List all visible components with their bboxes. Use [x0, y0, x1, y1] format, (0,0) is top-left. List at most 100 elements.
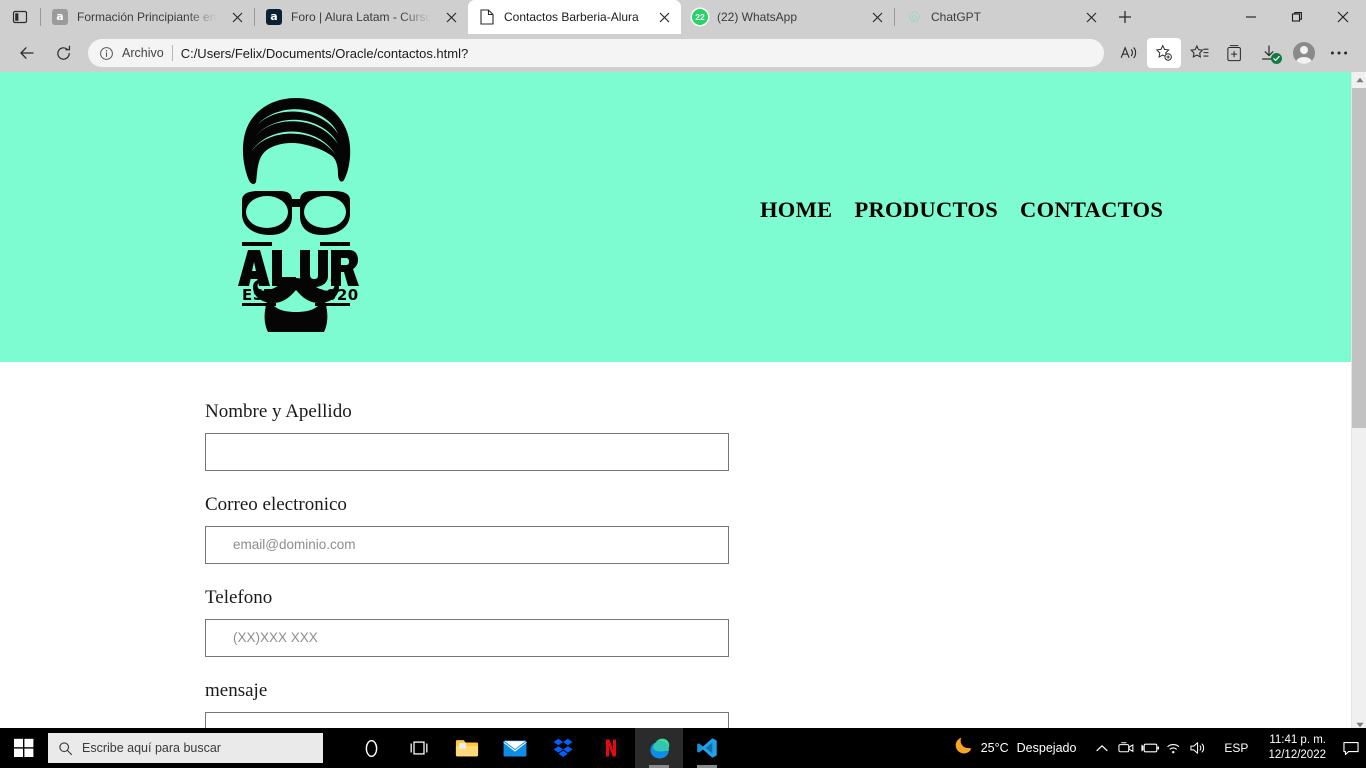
- taskbar-search-placeholder: Escribe aquí para buscar: [82, 741, 221, 755]
- field-telefono: Telefono: [205, 586, 1351, 657]
- toolbar-right-icons: [1112, 38, 1356, 68]
- browser-tab[interactable]: 22 (22) WhatsApp: [681, 0, 894, 34]
- wifi-icon[interactable]: [1162, 728, 1186, 768]
- mail-icon[interactable]: [491, 728, 539, 768]
- contact-form: Nombre y Apellido Correo electronico Tel…: [0, 362, 1351, 733]
- collections-icon[interactable]: [1217, 38, 1251, 68]
- read-aloud-icon[interactable]: [1112, 38, 1146, 68]
- browser-tab-active[interactable]: Contactos Barberia-Alura: [468, 0, 681, 34]
- tab-title: (22) WhatsApp: [717, 10, 798, 24]
- taskbar-search-box[interactable]: Escribe aquí para buscar: [48, 733, 323, 763]
- back-arrow-icon[interactable]: [10, 38, 44, 68]
- url-text[interactable]: C:/Users/Felix/Documents/Oracle/contacto…: [181, 46, 1098, 61]
- moon-icon: [954, 736, 973, 760]
- close-icon[interactable]: [1080, 6, 1102, 28]
- nav-link-contactos[interactable]: CONTACTOS: [1020, 197, 1163, 223]
- weather-condition: Despejado: [1016, 741, 1077, 755]
- page-scrollbar[interactable]: [1351, 72, 1366, 733]
- battery-icon[interactable]: [1138, 728, 1162, 768]
- tab-strip: a Formación Principiante en Pro a Foro |…: [0, 0, 1366, 34]
- whatsapp-favicon: 22: [692, 9, 708, 25]
- nombre-apellido-input[interactable]: [205, 432, 729, 471]
- restore-icon[interactable]: [1274, 0, 1320, 33]
- clock[interactable]: 11:41 p. m. 12/12/2022: [1258, 728, 1336, 768]
- document-favicon: [479, 9, 495, 25]
- web-page: ESTD 2020 HOME PRODUCTOS: [0, 72, 1351, 733]
- clock-date: 12/12/2022: [1268, 749, 1326, 761]
- tab-title: Foro | Alura Latam - Cursos o: [291, 10, 431, 24]
- alura-gray-favicon: a: [52, 9, 68, 25]
- close-icon[interactable]: [440, 6, 462, 28]
- browser-tab[interactable]: a Foro | Alura Latam - Cursos o: [255, 0, 468, 34]
- field-correo-electronico: Correo electronico: [205, 493, 1351, 564]
- tab-title: Contactos Barberia-Alura: [504, 10, 639, 24]
- tab-title: ChatGPT: [931, 10, 982, 24]
- scrollbar-thumb[interactable]: [1352, 88, 1366, 428]
- weather-widget[interactable]: 25°C Despejado: [948, 728, 1087, 768]
- omnibox-divider: [171, 45, 173, 61]
- close-window-icon[interactable]: [1320, 0, 1366, 33]
- main-navigation: HOME PRODUCTOS CONTACTOS: [760, 197, 1163, 223]
- minimize-icon[interactable]: [1228, 0, 1274, 33]
- whatsapp-badge-count: 22: [692, 9, 708, 25]
- browser-tab[interactable]: a Formación Principiante en Pro: [41, 0, 254, 34]
- scheme-label: Archivo: [122, 46, 164, 60]
- close-icon[interactable]: [866, 6, 888, 28]
- correo-electronico-input[interactable]: [205, 525, 729, 564]
- browser-tab[interactable]: ChatGPT: [895, 0, 1108, 34]
- downloads-icon[interactable]: [1252, 38, 1286, 68]
- label-mensaje: mensaje: [205, 679, 268, 701]
- screen: a Formación Principiante en Pro a Foro |…: [0, 0, 1366, 768]
- webcam-icon[interactable]: [1114, 728, 1138, 768]
- add-favorite-icon[interactable]: [1147, 38, 1181, 68]
- browser-toolbar: Archivo C:/Users/Felix/Documents/Oracle/…: [0, 34, 1366, 72]
- favorites-icon[interactable]: [1182, 38, 1216, 68]
- chatgpt-favicon: [906, 9, 922, 25]
- netflix-icon[interactable]: [587, 728, 635, 768]
- telefono-input[interactable]: [205, 618, 729, 657]
- weather-temperature: 25°C: [980, 741, 1009, 755]
- label-nombre-apellido: Nombre y Apellido: [205, 401, 352, 422]
- vscode-icon[interactable]: [683, 728, 731, 768]
- profile-avatar[interactable]: [1287, 38, 1321, 68]
- alura-dark-favicon: a: [266, 9, 282, 25]
- browser-chrome: a Formación Principiante en Pro a Foro |…: [0, 0, 1366, 72]
- nav-link-home[interactable]: HOME: [760, 197, 832, 223]
- info-circle-icon[interactable]: [99, 46, 114, 61]
- edge-icon[interactable]: [635, 728, 683, 768]
- site-header: ESTD 2020 HOME PRODUCTOS: [0, 72, 1351, 362]
- search-icon: [58, 741, 73, 756]
- volume-icon[interactable]: [1186, 728, 1210, 768]
- task-view-icon[interactable]: [395, 728, 443, 768]
- chevron-up-icon[interactable]: [1090, 728, 1114, 768]
- file-explorer-icon[interactable]: [443, 728, 491, 768]
- tab-title: Formación Principiante en Pro: [77, 10, 217, 24]
- system-tray: 25°C Despejado ESP 11:41 p. m. 12/12/202…: [948, 728, 1366, 768]
- tab-actions-icon[interactable]: [0, 0, 40, 34]
- scroll-up-arrow-icon[interactable]: [1352, 72, 1366, 88]
- cortana-icon[interactable]: [347, 728, 395, 768]
- language-indicator[interactable]: ESP: [1214, 728, 1258, 768]
- windows-start-icon[interactable]: [0, 728, 48, 768]
- alura-barberia-logo: ESTD 2020: [228, 94, 364, 332]
- tray-icon-group: [1086, 728, 1214, 768]
- address-bar[interactable]: Archivo C:/Users/Felix/Documents/Oracle/…: [88, 39, 1104, 67]
- page-viewport: ESTD 2020 HOME PRODUCTOS: [0, 72, 1366, 733]
- notifications-icon[interactable]: [1336, 728, 1366, 768]
- close-icon[interactable]: [226, 6, 248, 28]
- download-complete-badge: [1271, 53, 1282, 64]
- windows-taskbar: Escribe aquí para buscar 25°C Despejado …: [0, 728, 1366, 768]
- settings-more-icon[interactable]: [1322, 38, 1356, 68]
- taskbar-apps: [347, 728, 731, 768]
- field-mensaje: mensaje: [205, 679, 1351, 733]
- clock-time: 11:41 p. m.: [1269, 734, 1326, 746]
- label-telefono: Telefono: [205, 586, 273, 608]
- field-nombre-apellido: Nombre y Apellido: [205, 401, 1351, 471]
- refresh-icon[interactable]: [46, 38, 80, 68]
- new-tab-button[interactable]: [1108, 0, 1142, 34]
- close-icon[interactable]: [653, 6, 675, 28]
- dropbox-icon[interactable]: [539, 728, 587, 768]
- label-correo-electronico: Correo electronico: [205, 493, 347, 515]
- window-controls: [1228, 0, 1366, 34]
- nav-link-productos[interactable]: PRODUCTOS: [854, 197, 998, 223]
